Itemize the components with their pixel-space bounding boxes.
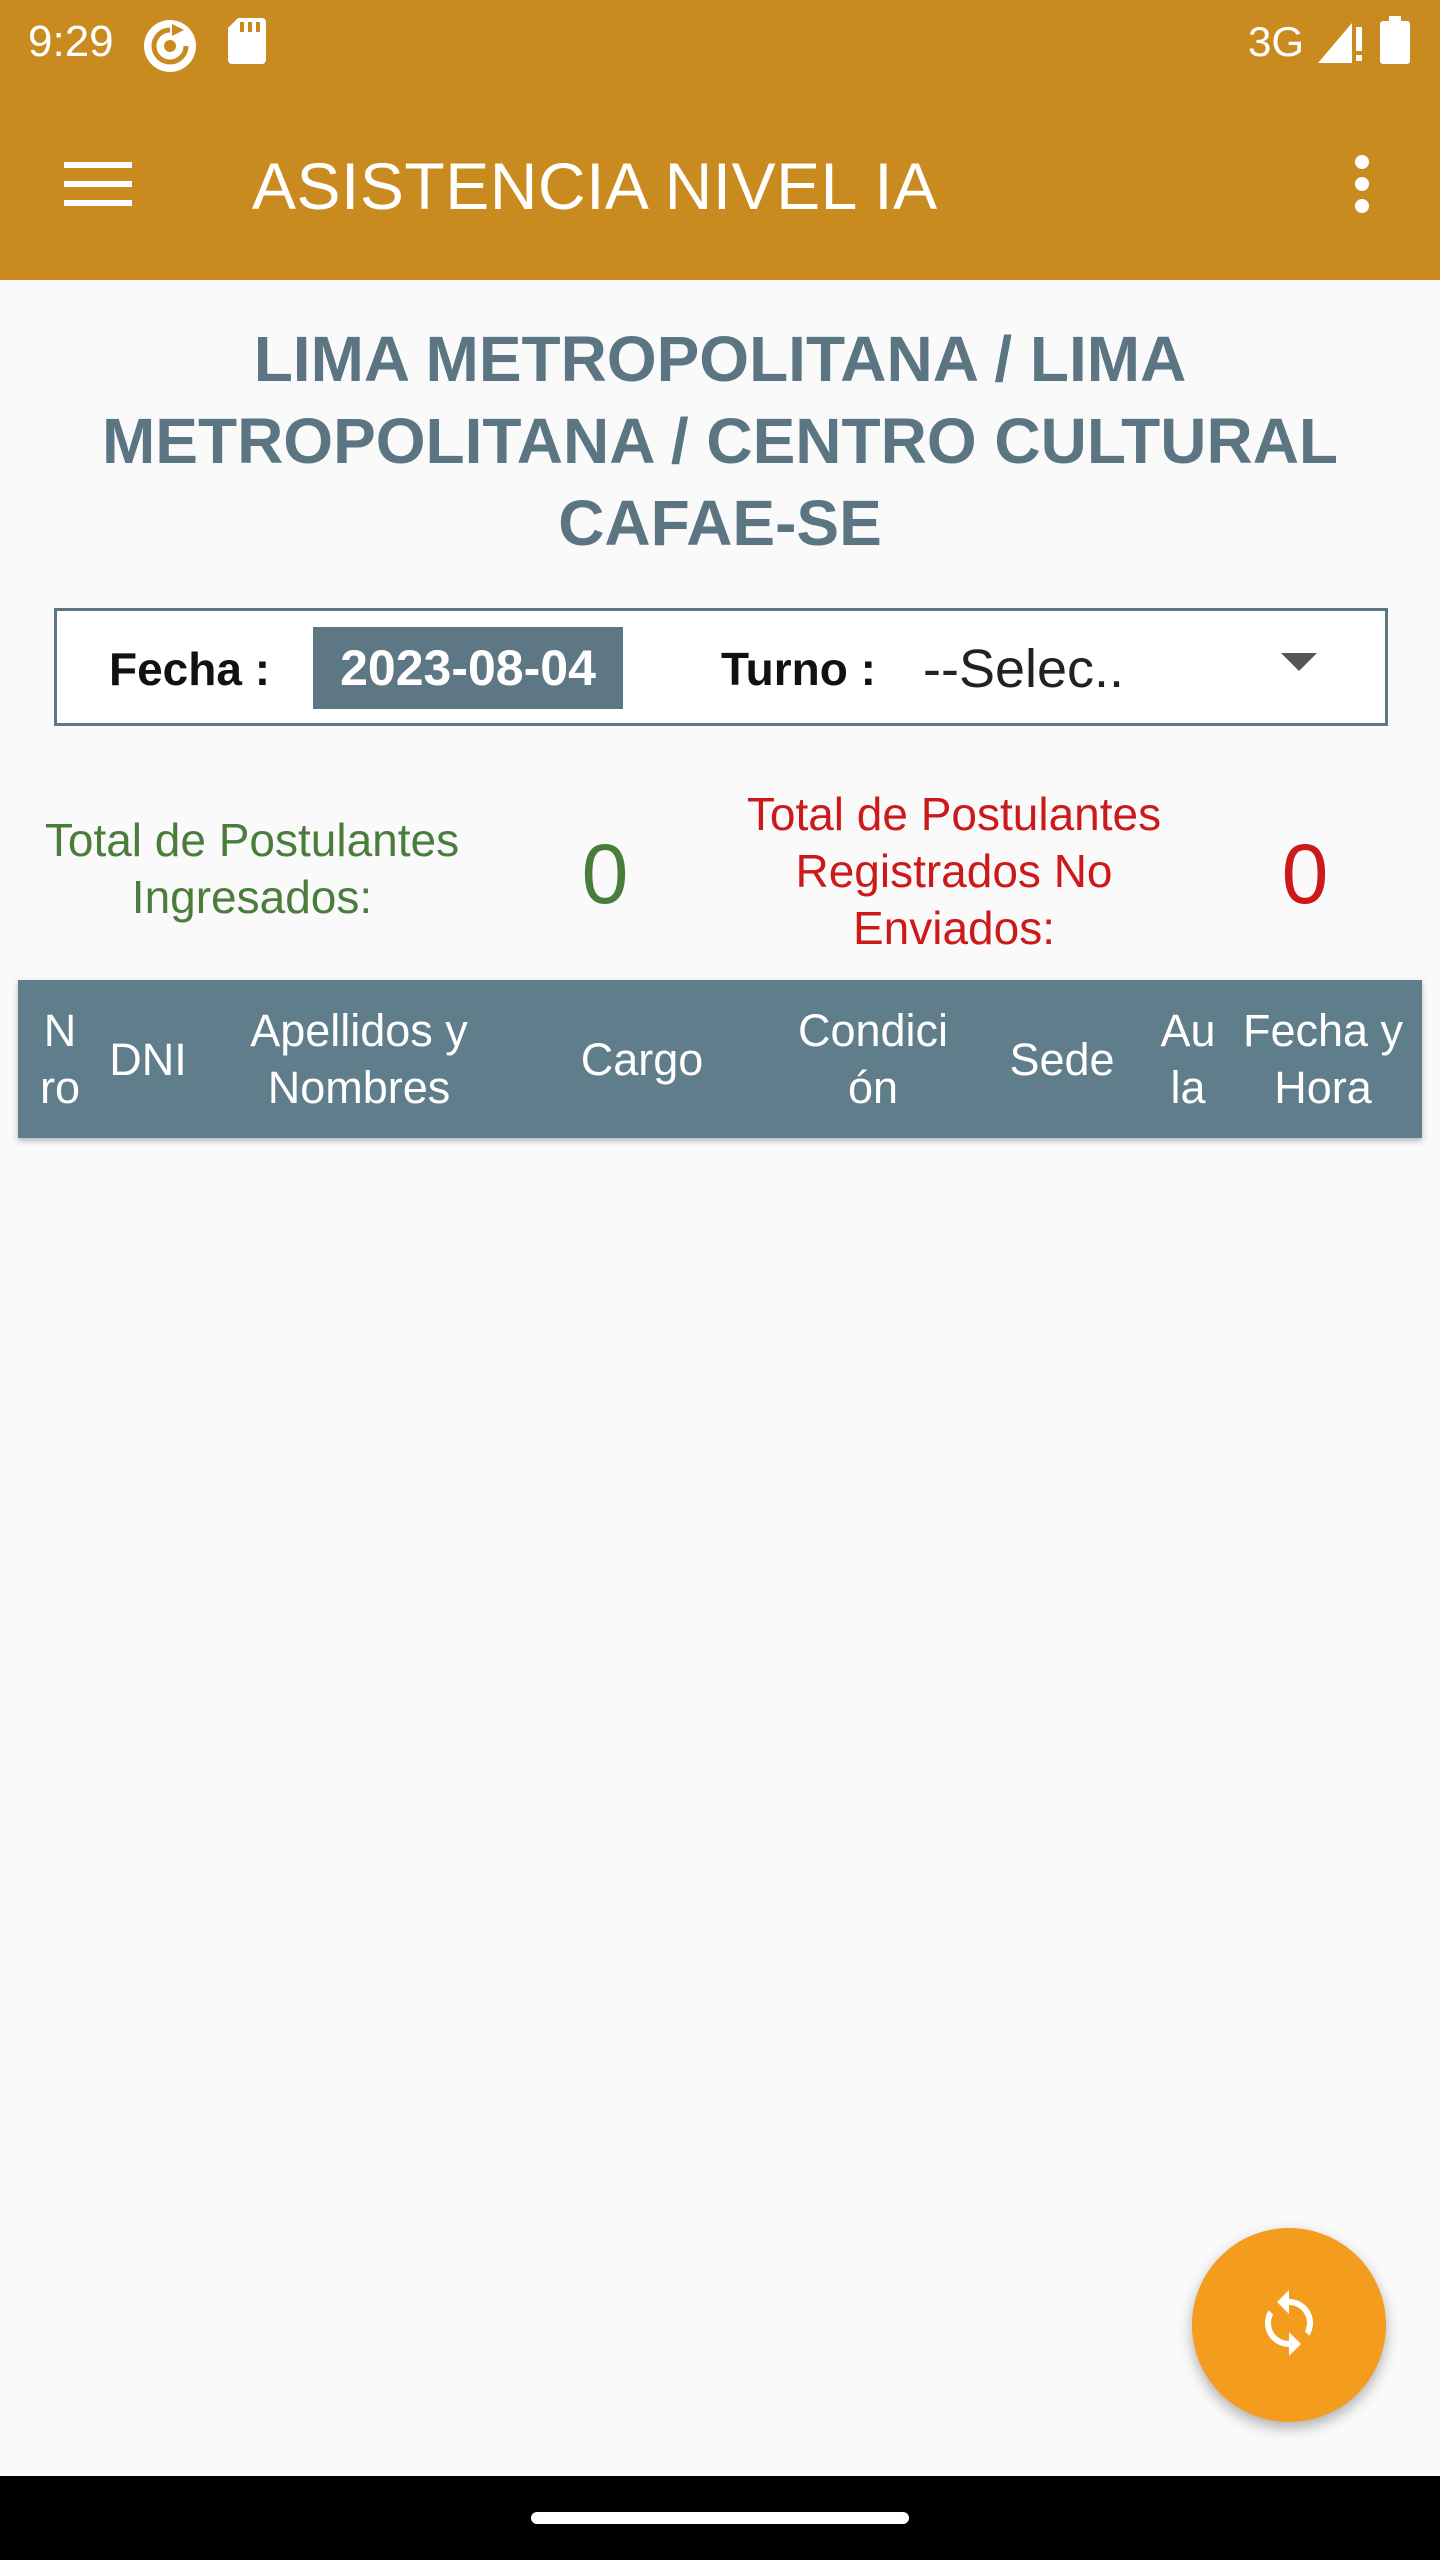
location-title-line: CAFAE-SE: [558, 487, 882, 559]
signal-icon: [1318, 17, 1366, 68]
ingresados-label-line: Total de Postulantes: [44, 814, 460, 866]
turno-select[interactable]: --Selec..: [917, 625, 1347, 711]
ingresados-label-line: Ingresados:: [131, 871, 373, 923]
hamburger-menu-icon[interactable]: [52, 146, 144, 222]
more-vert-icon[interactable]: [1330, 138, 1394, 230]
sd-card-icon: [228, 18, 266, 69]
filter-box: Fecha : 2023-08-04 Turno : --Selec..: [54, 608, 1388, 726]
location-title-line: METROPOLITANA / CENTRO CULTURAL: [101, 405, 1339, 477]
battery-icon: [1380, 15, 1410, 69]
toolbar: ASISTENCIA NIVEL IA: [0, 84, 1440, 280]
no-enviados-label-line: Total de Postulantes: [746, 788, 1162, 840]
home-gesture-handle[interactable]: [531, 2512, 909, 2524]
no-enviados-label-line: Enviados:: [852, 902, 1055, 954]
sync-app-icon: [142, 18, 198, 79]
fecha-date-field[interactable]: 2023-08-04: [313, 627, 623, 709]
ingresados-count: 0: [581, 827, 629, 921]
app-bar: 9:29 3G ASISTENCIA NIVEL IA: [0, 0, 1440, 280]
column-header-sede[interactable]: Sede: [976, 980, 1148, 1138]
refresh-sync-icon: [1253, 2287, 1325, 2364]
no-enviados-label-line: Registrados No: [795, 845, 1113, 897]
status-time: 9:29: [28, 17, 114, 66]
network-type: 3G: [1247, 18, 1304, 65]
column-header-condicion[interactable]: Condici ón: [770, 980, 976, 1138]
dropdown-arrow-icon: [1279, 651, 1319, 678]
status-right-group: 3G: [1248, 12, 1410, 72]
location-title: LIMA METROPOLITANA / LIMA METROPOLITANA …: [40, 318, 1400, 564]
column-header-fecha-hora[interactable]: Fecha y Hora: [1228, 980, 1418, 1138]
column-header-cargo[interactable]: Cargo: [514, 980, 770, 1138]
app-title: ASISTENCIA NIVEL IA: [252, 149, 938, 223]
column-header-aula[interactable]: Au la: [1148, 980, 1228, 1138]
status-bar: 9:29 3G: [0, 0, 1440, 84]
ingresados-label: Total de Postulantes Ingresados:: [20, 812, 484, 926]
column-header-apellidos-nombres[interactable]: Apellidos y Nombres: [204, 980, 514, 1138]
no-enviados-label: Total de Postulantes Registrados No Envi…: [700, 786, 1208, 957]
no-enviados-count: 0: [1281, 827, 1329, 921]
turno-label: Turno :: [721, 643, 876, 695]
column-header-dni[interactable]: DNI: [92, 980, 204, 1138]
table-header: Nro DNI Apellidos y Nombres Cargo Condici…: [18, 980, 1422, 1138]
refresh-button[interactable]: [1192, 2228, 1386, 2422]
turno-selected-value: --Selec..: [923, 639, 1125, 699]
fecha-label: Fecha :: [109, 643, 271, 695]
location-title-line: LIMA METROPOLITANA / LIMA: [253, 323, 1187, 395]
column-header-nro[interactable]: Nro: [28, 980, 92, 1138]
navigation-bar: [0, 2476, 1440, 2560]
